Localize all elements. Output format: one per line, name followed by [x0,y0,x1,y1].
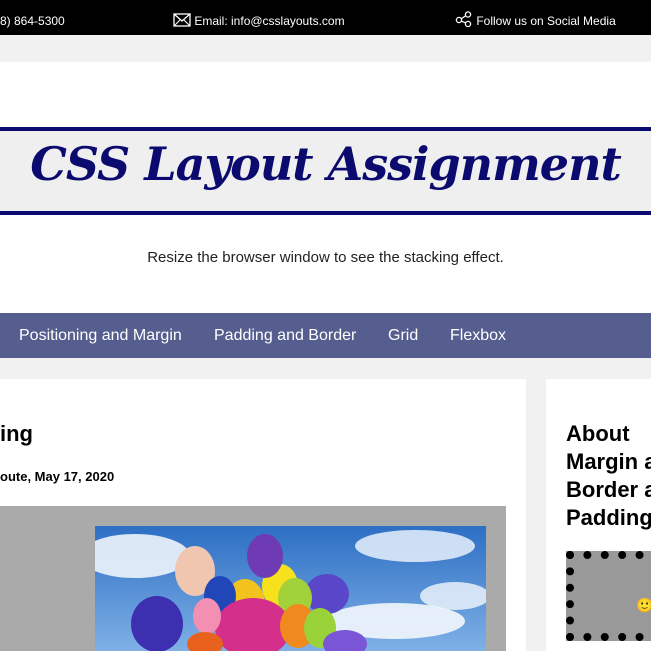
main-content-card: ing oute, May 17, 2020 [0,379,526,651]
phone-number: 8) 864-5300 [0,14,65,28]
email-text: Email: info@csslayouts.com [194,14,345,28]
title-banner: CSS Layout Assignment [0,127,651,215]
sidebar-card: About Margin and Border and Padding 🙂 [546,379,651,651]
post-title: ing [0,421,33,446]
email-contact[interactable]: Email: info@csslayouts.com [173,0,345,35]
sidebar-title: About Margin and Border and Padding [566,421,651,530]
tagline: Resize the browser window to see the sta… [147,249,504,266]
nav-item-positioning-and-margin[interactable]: Positioning and Margin [19,313,182,358]
balloons-image [95,526,486,651]
smiley-icon: 🙂 [636,597,651,613]
share-icon [455,11,473,28]
top-bar: 8) 864-5300 Email: info@csslayouts.com F… [0,0,651,35]
site-title: CSS Layout Assignment [30,137,622,191]
post-meta: oute, May 17, 2020 [0,469,115,484]
site-header: CSS Layout Assignment Resize the browser… [0,62,651,313]
nav-item-flexbox[interactable]: Flexbox [450,313,506,358]
social-text: Follow us on Social Media [476,14,616,28]
social-link[interactable]: Follow us on Social Media [455,0,616,35]
nav-item-grid[interactable]: Grid [388,313,418,358]
nav-item-padding-and-border[interactable]: Padding and Border [214,313,356,358]
envelope-icon [173,13,191,28]
main-nav: Positioning and Margin Padding and Borde… [0,313,651,358]
border-demo-box: 🙂 [566,551,651,641]
